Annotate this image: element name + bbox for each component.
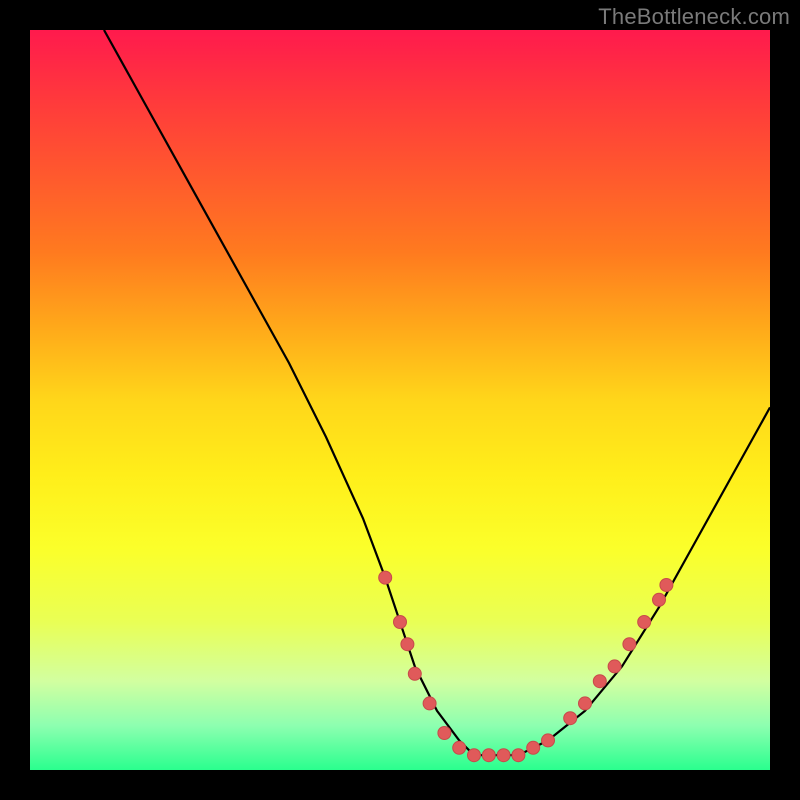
watermark-text: TheBottleneck.com — [598, 4, 790, 30]
curve-marker — [542, 734, 555, 747]
curve-marker — [653, 593, 666, 606]
curve-marker — [623, 638, 636, 651]
curve-marker — [379, 571, 392, 584]
curve-marker — [512, 749, 525, 762]
curve-marker — [593, 675, 606, 688]
curve-marker — [497, 749, 510, 762]
curve-marker — [579, 697, 592, 710]
curve-marker — [423, 697, 436, 710]
plot-area — [30, 30, 770, 770]
curve-marker — [408, 667, 421, 680]
curve-markers — [379, 571, 673, 762]
curve-marker — [394, 616, 407, 629]
curve-marker — [660, 579, 673, 592]
chart-frame: TheBottleneck.com — [0, 0, 800, 800]
curve-marker — [564, 712, 577, 725]
curve-marker — [468, 749, 481, 762]
curve-marker — [638, 616, 651, 629]
curve-marker — [527, 741, 540, 754]
curve-marker — [438, 727, 451, 740]
curve-marker — [401, 638, 414, 651]
curve-marker — [453, 741, 466, 754]
chart-svg — [30, 30, 770, 770]
curve-marker — [482, 749, 495, 762]
bottleneck-curve — [104, 30, 770, 755]
curve-marker — [608, 660, 621, 673]
